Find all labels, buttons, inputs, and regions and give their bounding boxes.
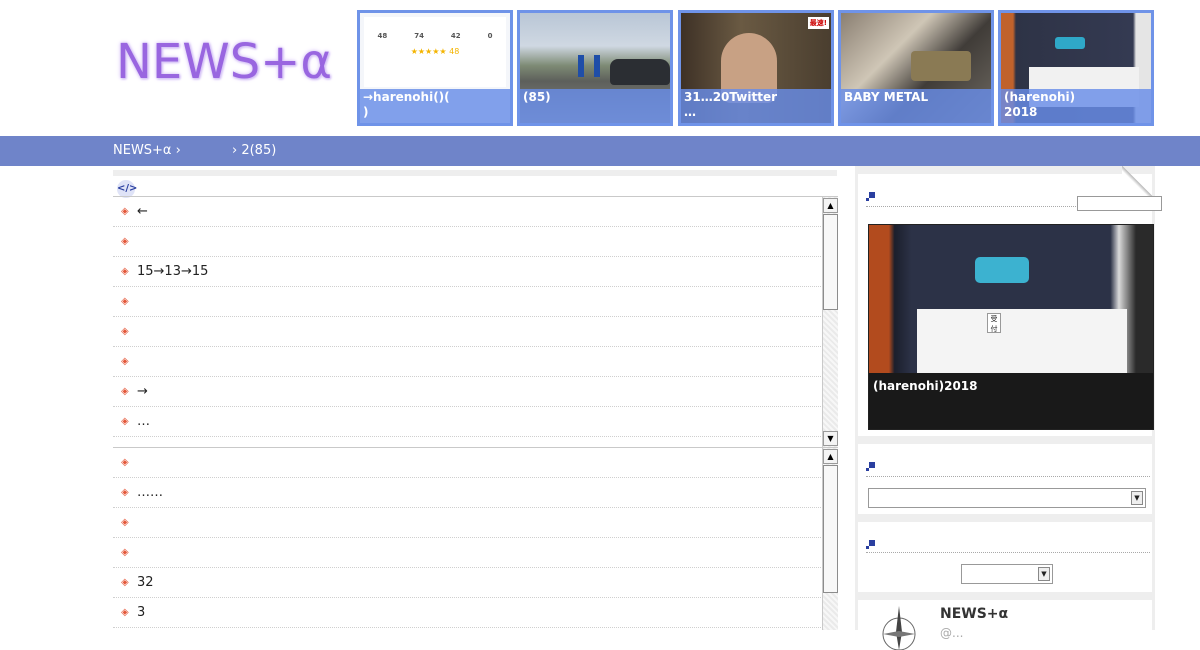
header-thumb-5[interactable]: (harenohi) 2018 (998, 10, 1154, 126)
list-item (113, 287, 821, 317)
police-figure (594, 55, 600, 77)
section-marker-icon (866, 192, 875, 201)
reception-plate: 受付 (987, 313, 1001, 333)
section-marker-icon (866, 462, 875, 471)
corner-tab[interactable] (1077, 196, 1162, 211)
list-item (113, 347, 821, 377)
list-item: 3 (113, 598, 821, 628)
header-thumb-4[interactable]: BABY METAL (838, 10, 994, 126)
thumb-caption: 31…20Twitter … (681, 89, 831, 123)
scroll-down-icon[interactable]: ▼ (823, 431, 838, 446)
sidebar-archive: ▼ (858, 444, 1152, 514)
archive-select[interactable]: ▼ (868, 488, 1146, 508)
stat-value: 74 (414, 32, 424, 40)
list-item: …… (113, 478, 821, 508)
stat-value: 0 (487, 32, 493, 40)
header-thumb-1[interactable]: 48 74 42 0 ★★★★★ 48 →harenohi()( ) (357, 10, 513, 126)
article-header (113, 170, 837, 196)
scroll-thumb[interactable] (823, 465, 838, 593)
header-thumb-2[interactable]: (85) (517, 10, 673, 126)
profile-handle: @... (940, 626, 964, 640)
thumb-caption-text: BABY METAL (844, 90, 929, 104)
header-thumb-3[interactable]: 最速! 31…20Twitter … (678, 10, 834, 126)
thumb-caption: BABY METAL (841, 89, 991, 123)
scrollbar[interactable]: ▲ ▼ (822, 197, 838, 447)
thumb-caption-text: →harenohi()( ) (363, 90, 450, 119)
list-item: 15→13→15 (113, 257, 821, 287)
thumb-caption: (harenohi) 2018 (1001, 89, 1151, 123)
sidebar-category: ▼ (858, 522, 1152, 592)
list-item (113, 508, 821, 538)
sidebar-featured: 受付 (harenohi)2018 (858, 174, 1154, 436)
stat-value: 48 (377, 32, 388, 40)
divider (866, 476, 1150, 477)
sidebar: 受付 (harenohi)2018 ▼ ▼ NEWS+α @... (855, 166, 1155, 650)
breadcrumb-current: › 2(85) (232, 143, 277, 158)
rating-stars: ★★★★★ 48 (410, 47, 460, 56)
thumb-caption-text: (85) (523, 90, 551, 104)
featured-article[interactable]: 受付 (harenohi)2018 (868, 224, 1154, 430)
thumb-card-image: 48 74 42 0 ★★★★★ 48 (364, 17, 506, 87)
list-item (113, 227, 821, 257)
scrollbar[interactable]: ▲ (822, 448, 838, 630)
list-item (113, 448, 821, 478)
chevron-down-icon: ▼ (1131, 491, 1143, 505)
category-select[interactable]: ▼ (961, 564, 1053, 584)
scroll-thumb[interactable] (823, 214, 838, 310)
thumb-caption-text: 31…20Twitter … (684, 90, 777, 119)
featured-caption: (harenohi)2018 (869, 373, 1153, 429)
list-item: ← (113, 197, 821, 227)
section-marker-icon (866, 540, 875, 549)
list-item (113, 317, 821, 347)
thumb-caption: (85) (520, 89, 670, 123)
chevron-down-icon: ▼ (1038, 567, 1050, 581)
list-item (113, 538, 821, 568)
police-figure (578, 55, 584, 77)
list-item: … (113, 407, 821, 437)
site-logo[interactable]: NEWS+α (116, 34, 332, 90)
breadcrumb: NEWS+α › › 2(85) (0, 136, 1200, 166)
car-image (610, 59, 670, 85)
breadcrumb-home[interactable]: NEWS+α › (113, 136, 181, 166)
profile-name[interactable]: NEWS+α (940, 606, 1008, 622)
list-item: → (113, 377, 821, 407)
comment-list-1: ← 15→13→15 → … ▲ ▼ (113, 196, 838, 447)
stat-value: 42 (450, 32, 461, 40)
thumb-caption: →harenohi()( ) (360, 89, 510, 123)
bag-image (911, 51, 971, 81)
scroll-up-icon[interactable]: ▲ (823, 198, 838, 213)
comment-list-2: …… 32 3 ▲ (113, 447, 838, 630)
list-item: 32 (113, 568, 821, 598)
site-header: NEWS+α 48 74 42 0 ★★★★★ 48 →harenohi()( … (0, 0, 1200, 136)
news-tag: 最速! (807, 17, 829, 29)
compass-icon (882, 606, 916, 650)
divider (866, 552, 1150, 553)
thumb-caption-text: (harenohi) 2018 (1004, 90, 1076, 119)
reception-sign (1055, 37, 1085, 49)
reception-sign (975, 257, 1029, 283)
sidebar-profile: NEWS+α @... (858, 600, 1152, 650)
scroll-up-icon[interactable]: ▲ (823, 449, 838, 464)
reception-desk (917, 309, 1127, 373)
